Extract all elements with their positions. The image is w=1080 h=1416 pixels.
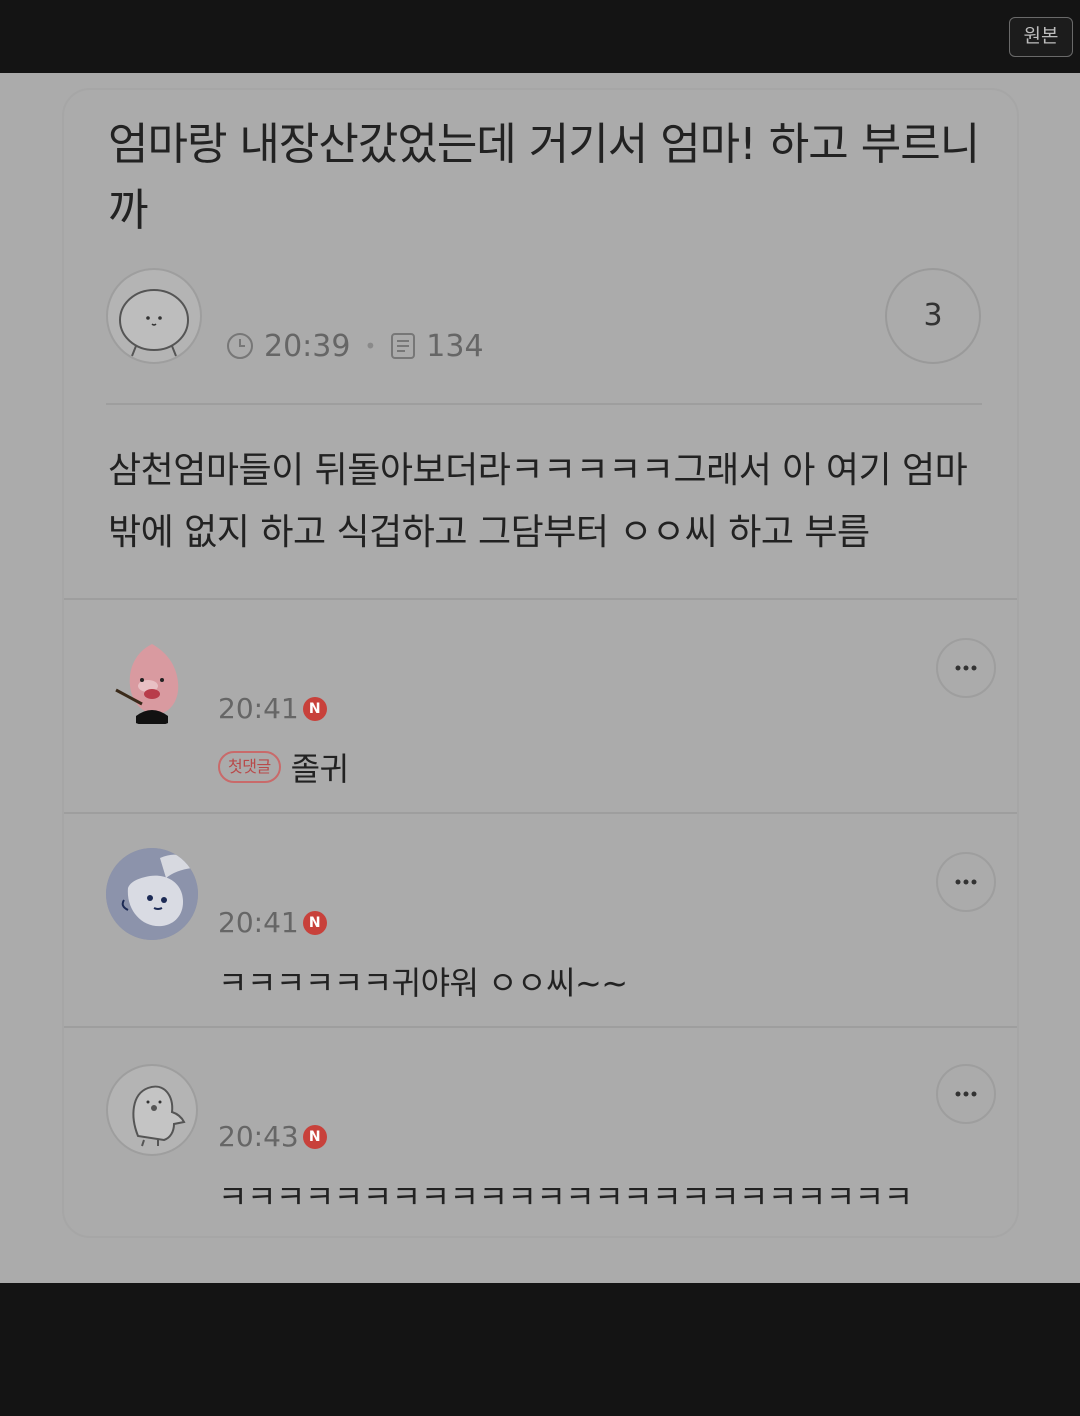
comment-time-text: 20:41 (218, 906, 299, 939)
comment-time-text: 20:43 (218, 1120, 299, 1153)
comment-text-row: 첫댓글 졸귀 (218, 744, 349, 790)
more-dots-icon (955, 665, 977, 671)
bunny-avatar[interactable] (106, 848, 198, 940)
comment-time: 20:41 N (218, 906, 327, 939)
ghost-avatar[interactable] (106, 1064, 198, 1156)
post-meta: 20:39 • 134 (226, 326, 484, 366)
post-body: 삼천엄마들이 뒤돌아보더라ㅋㅋㅋㅋㅋ그래서 아 여기 엄마밖에 없지 하고 식겁… (108, 450, 968, 553)
more-dots-icon (955, 1091, 977, 1097)
title-divider (106, 403, 982, 405)
comment-time: 20:43 N (218, 1120, 327, 1153)
comment-text-row: ㅋㅋㅋㅋㅋㅋ귀야워 ㅇㅇ씨~~ (218, 958, 628, 1004)
more-dots-icon (955, 879, 977, 885)
post-views: 134 (426, 328, 484, 364)
comment-text: ㅋㅋㅋㅋㅋㅋ귀야워 ㅇㅇ씨~~ (218, 964, 628, 1002)
original-image-button[interactable]: 원본 (1009, 17, 1073, 57)
comment-text: 졸귀 (290, 750, 349, 788)
peach-avatar[interactable] (106, 634, 198, 726)
top-bar: 원본 (0, 0, 1080, 73)
more-options-button[interactable] (936, 852, 996, 912)
post-card: 엄마랑 내장산갔었는데 거기서 엄마! 하고 부르니까 20:39 • 134 (62, 88, 1019, 1238)
comment-count-button[interactable]: 3 (885, 268, 981, 364)
post-title: 엄마랑 내장산갔었는데 거기서 엄마! 하고 부르니까 (108, 119, 980, 236)
bottom-bar (0, 1283, 1080, 1416)
comment-item: 20:41 N 첫댓글 졸귀 (64, 600, 1017, 812)
screenshot-content: 엄마랑 내장산갔었는데 거기서 엄마! 하고 부르니까 20:39 • 134 (0, 73, 1080, 1283)
document-icon (391, 333, 416, 359)
new-badge: N (302, 910, 327, 935)
comment-time: 20:41 N (218, 692, 327, 725)
author-avatar[interactable] (106, 268, 202, 364)
new-badge: N (302, 696, 327, 721)
comment-text-row: ㅋㅋㅋㅋㅋㅋㅋㅋㅋㅋㅋㅋㅋㅋㅋㅋㅋㅋㅋㅋㅋㅋㅋㅋ (218, 1172, 913, 1218)
more-options-button[interactable] (936, 638, 996, 698)
comment-text: ㅋㅋㅋㅋㅋㅋㅋㅋㅋㅋㅋㅋㅋㅋㅋㅋㅋㅋㅋㅋㅋㅋㅋㅋ (218, 1178, 913, 1216)
first-comment-badge: 첫댓글 (218, 751, 281, 783)
comment-item: 20:43 N ㅋㅋㅋㅋㅋㅋㅋㅋㅋㅋㅋㅋㅋㅋㅋㅋㅋㅋㅋㅋㅋㅋㅋㅋ (64, 1028, 1017, 1240)
comment-item: 20:41 N ㅋㅋㅋㅋㅋㅋ귀야워 ㅇㅇ씨~~ (64, 814, 1017, 1026)
clock-icon (227, 333, 253, 359)
post-time: 20:39 (264, 328, 351, 364)
comment-time-text: 20:41 (218, 692, 299, 725)
new-badge: N (302, 1124, 327, 1149)
meta-separator: • (364, 334, 377, 358)
more-options-button[interactable] (936, 1064, 996, 1124)
